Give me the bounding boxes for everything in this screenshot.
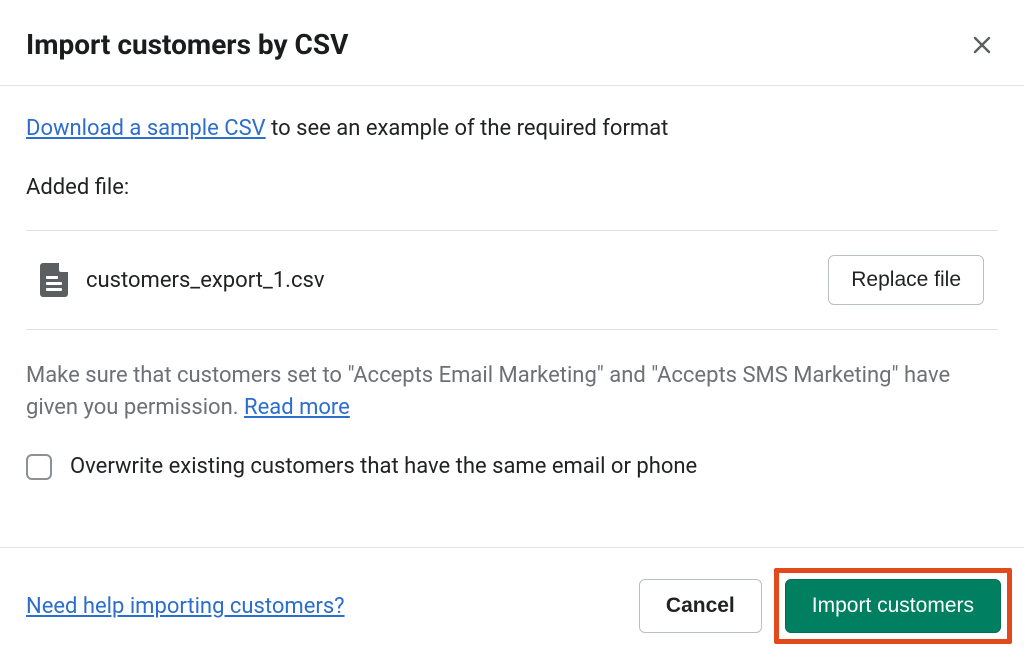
import-customers-button[interactable]: Import customers [785, 579, 1001, 633]
import-customers-modal: Import customers by CSV Download a sampl… [0, 0, 1024, 664]
read-more-link[interactable]: Read more [244, 395, 350, 420]
close-button[interactable] [966, 29, 998, 61]
overwrite-row: Overwrite existing customers that have t… [26, 454, 998, 480]
cancel-button[interactable]: Cancel [639, 579, 762, 633]
added-file-row: customers_export_1.csv Replace file [26, 230, 998, 330]
replace-file-button[interactable]: Replace file [828, 255, 984, 305]
close-icon [970, 33, 994, 57]
download-sample-link[interactable]: Download a sample CSV [26, 116, 266, 141]
overwrite-checkbox[interactable] [26, 454, 52, 480]
file-name: customers_export_1.csv [86, 268, 325, 293]
help-link[interactable]: Need help importing customers? [26, 594, 345, 619]
permission-note: Make sure that customers set to "Accepts… [26, 360, 998, 424]
overwrite-label[interactable]: Overwrite existing customers that have t… [70, 454, 697, 479]
footer-actions: Cancel Import customers [639, 568, 1012, 644]
modal-header: Import customers by CSV [0, 0, 1024, 86]
modal-body: Download a sample CSV to see an example … [0, 86, 1024, 547]
permission-text: Make sure that customers set to "Accepts… [26, 363, 950, 420]
sample-trailer-text: to see an example of the required format [266, 116, 669, 141]
modal-title: Import customers by CSV [26, 28, 348, 61]
modal-footer: Need help importing customers? Cancel Im… [0, 547, 1024, 664]
added-file-label: Added file: [26, 175, 998, 200]
file-icon [40, 263, 68, 297]
import-highlight: Import customers [774, 568, 1012, 644]
file-info: customers_export_1.csv [40, 263, 325, 297]
sample-csv-line: Download a sample CSV to see an example … [26, 116, 998, 141]
